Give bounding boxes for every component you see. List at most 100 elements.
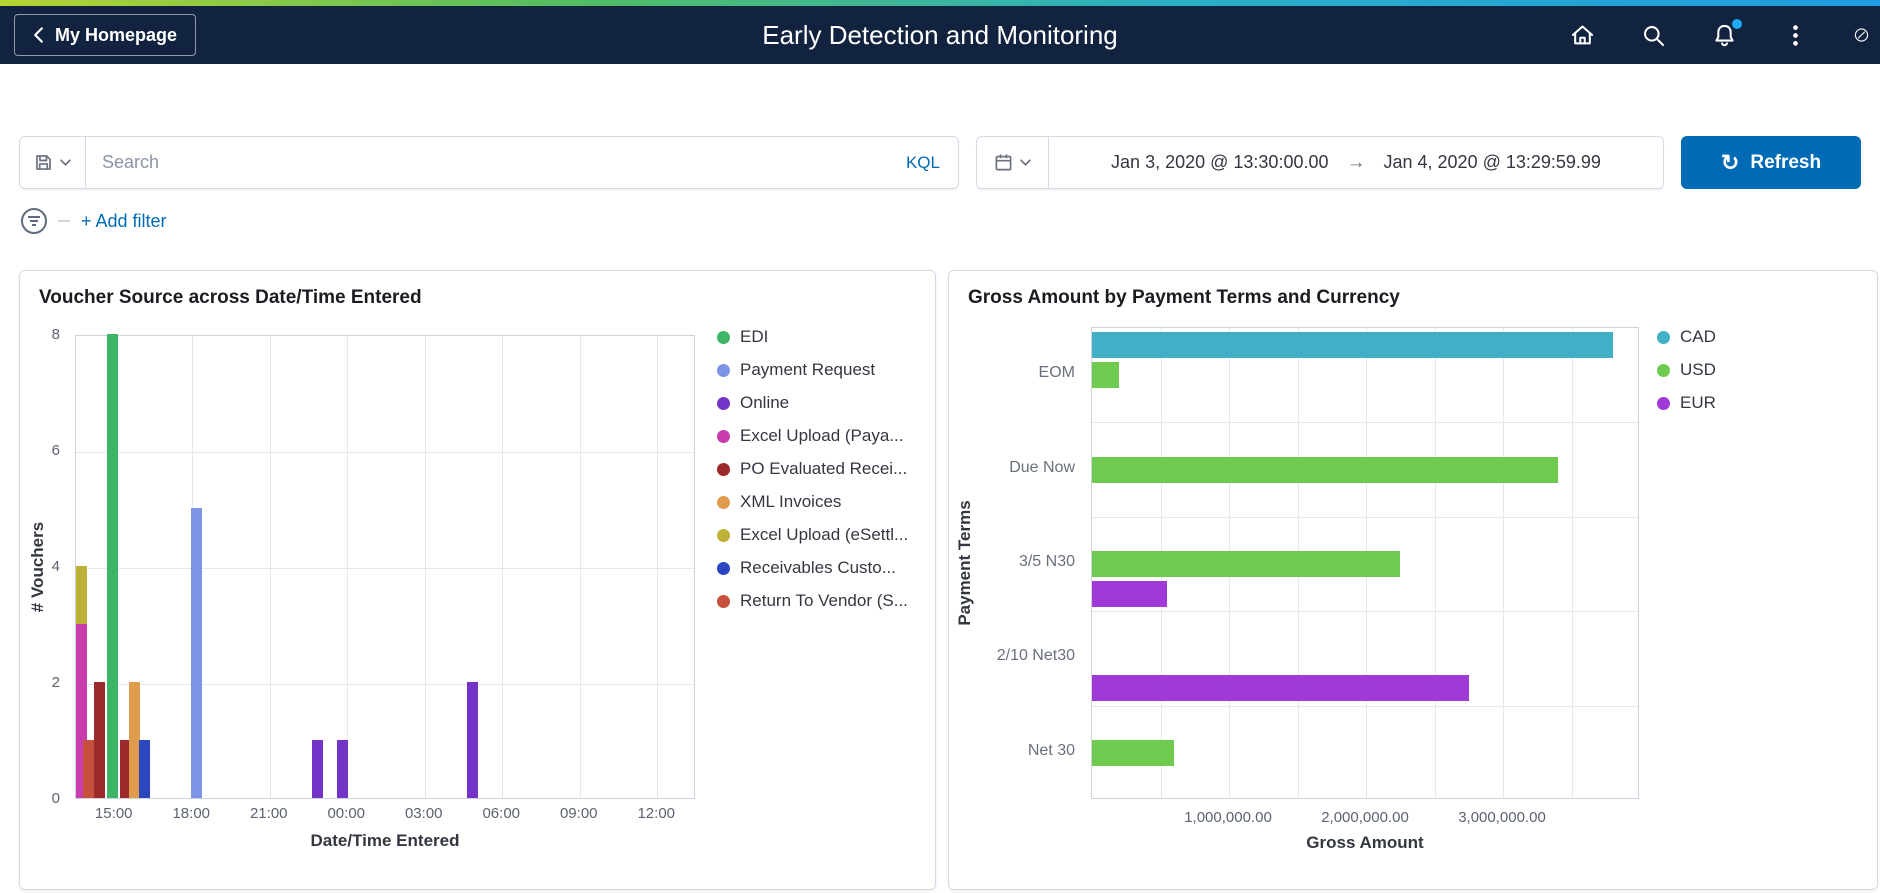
saved-query-menu-button[interactable] [20,137,86,188]
calendar-menu-button[interactable] [977,137,1049,188]
gridline [76,568,694,569]
legend-item[interactable]: Return To Vendor (S... [717,591,931,611]
header-inner: My Homepage Early Detection and Monitori… [0,6,1880,64]
legend-label: Return To Vendor (S... [740,591,908,610]
refresh-label: Refresh [1750,151,1822,173]
x-tick-label: 1,000,000.00 [1184,809,1272,826]
bar-segment[interactable] [1092,551,1401,577]
y-tick-label: 4 [51,558,60,575]
gridline [76,684,694,685]
legend-item[interactable]: Excel Upload (eSettl... [717,525,931,545]
legend-item[interactable]: Online [717,393,931,413]
legend-item[interactable]: Excel Upload (Paya... [717,426,931,446]
query-bar: KQL Jan 3, 2020 @ 13:30:00.00 → Jan 4, 2… [19,136,1861,189]
legend-swatch [717,561,730,575]
filter-bar: + Add filter [21,208,167,234]
category-label: Due Now [1009,458,1075,476]
dashboard-page: My Homepage Early Detection and Monitori… [0,0,1880,893]
bar-segment[interactable] [191,508,203,798]
bar-segment[interactable] [139,740,151,798]
legend-swatch [717,462,730,476]
x-tick-label: 15:00 [94,805,133,822]
legend-item[interactable]: Receivables Custo... [717,558,931,578]
y-tick-label: 0 [51,790,60,807]
legend-label: EDI [740,327,769,346]
bar-segment[interactable] [466,682,478,798]
notification-dot [1732,18,1742,29]
refresh-icon: ↻ [1720,149,1740,175]
bar-segment[interactable] [128,682,140,798]
x-axis: 15:00 18:00 21:00 00:00 03:00 06:00 09:00 12:00 [75,805,695,825]
bar-segment[interactable] [1092,456,1558,483]
gridline [347,336,349,798]
legend-swatch [717,528,730,542]
date-range-arrow-icon: → [1346,151,1366,173]
search-input[interactable] [86,137,888,188]
legend-label: PO Evaluated Recei... [740,459,908,478]
query-language-button[interactable]: KQL [888,153,958,173]
legend-label: CAD [1680,327,1716,346]
gridline [76,452,694,453]
legend-item[interactable]: USD [1657,360,1871,380]
x-axis-title: Date/Time Entered [310,831,460,850]
start-date-button[interactable]: Jan 3, 2020 @ 13:30:00.00 [1109,148,1330,177]
legend-item[interactable]: EUR [1657,393,1871,413]
legend-label: XML Invoices [740,492,842,511]
legend-item[interactable]: EDI [717,327,931,347]
legend-item[interactable]: XML Invoices [717,492,931,512]
app-header: My Homepage Early Detection and Monitori… [0,0,1880,64]
home-icon[interactable] [1569,22,1596,49]
chevron-left-icon [33,26,44,44]
bar-segment[interactable] [337,740,349,798]
bar-segment[interactable] [311,740,323,798]
y-tick-label: 6 [51,442,60,459]
voucher-source-panel: Voucher Source across Date/Time Entered … [19,270,936,890]
legend-swatch [717,396,730,410]
bar-segment[interactable] [1092,675,1469,702]
legend-label: Payment Request [740,360,876,379]
legend-label: Excel Upload (eSettl... [740,525,909,544]
x-tick-label: 18:00 [172,805,211,822]
bar-segment[interactable] [76,566,87,624]
notifications-icon[interactable] [1711,18,1742,49]
date-range: Jan 3, 2020 @ 13:30:00.00 → Jan 4, 2020 … [1049,148,1663,177]
legend-item[interactable]: CAD [1657,327,1871,347]
x-axis-title: Gross Amount [1306,833,1424,852]
gridline [1092,516,1638,518]
filter-divider [58,220,70,222]
refresh-button[interactable]: ↻ Refresh [1681,136,1861,189]
page-title: Early Detection and Monitoring [762,19,1118,50]
x-tick-label: 06:00 [482,805,521,822]
gridline [1092,705,1638,707]
category-label: 2/10 Net30 [996,647,1075,665]
back-to-homepage-button[interactable]: My Homepage [14,14,197,56]
date-range-picker: Jan 3, 2020 @ 13:30:00.00 → Jan 4, 2020 … [976,136,1664,189]
bar-segment[interactable] [1092,581,1168,607]
gridline [424,336,426,798]
gross-amount-chart-plot[interactable] [1091,327,1639,799]
kebab-menu-icon[interactable] [1782,22,1809,49]
add-filter-button[interactable]: + Add filter [81,211,167,232]
gridline [502,336,504,798]
bar-segment[interactable] [1092,739,1175,766]
category-label: 3/5 N30 [1018,553,1075,570]
legend-swatch [1657,363,1670,377]
calendar-icon [994,153,1013,172]
voucher-source-chart-plot[interactable] [75,334,695,799]
legend-item[interactable]: PO Evaluated Recei... [717,459,931,479]
bar-segment[interactable] [107,334,119,798]
bar-segment[interactable] [1092,362,1120,389]
panel-title: Voucher Source across Date/Time Entered [39,287,422,308]
bar-segment[interactable] [83,740,95,798]
legend-item[interactable]: Payment Request [717,360,931,380]
search-icon[interactable] [1640,22,1667,49]
bar-segment[interactable] [94,682,106,798]
gridline [1503,328,1504,798]
x-tick-label: 00:00 [327,805,366,822]
navbar-icon[interactable] [1853,21,1870,49]
end-date-button[interactable]: Jan 4, 2020 @ 13:29:59.99 [1382,148,1603,177]
chart-legend: CAD USD EUR [1657,327,1871,413]
x-tick-label: 2,000,000.00 [1321,809,1409,826]
filter-icon[interactable] [21,208,47,234]
bar-segment[interactable] [1092,332,1613,359]
